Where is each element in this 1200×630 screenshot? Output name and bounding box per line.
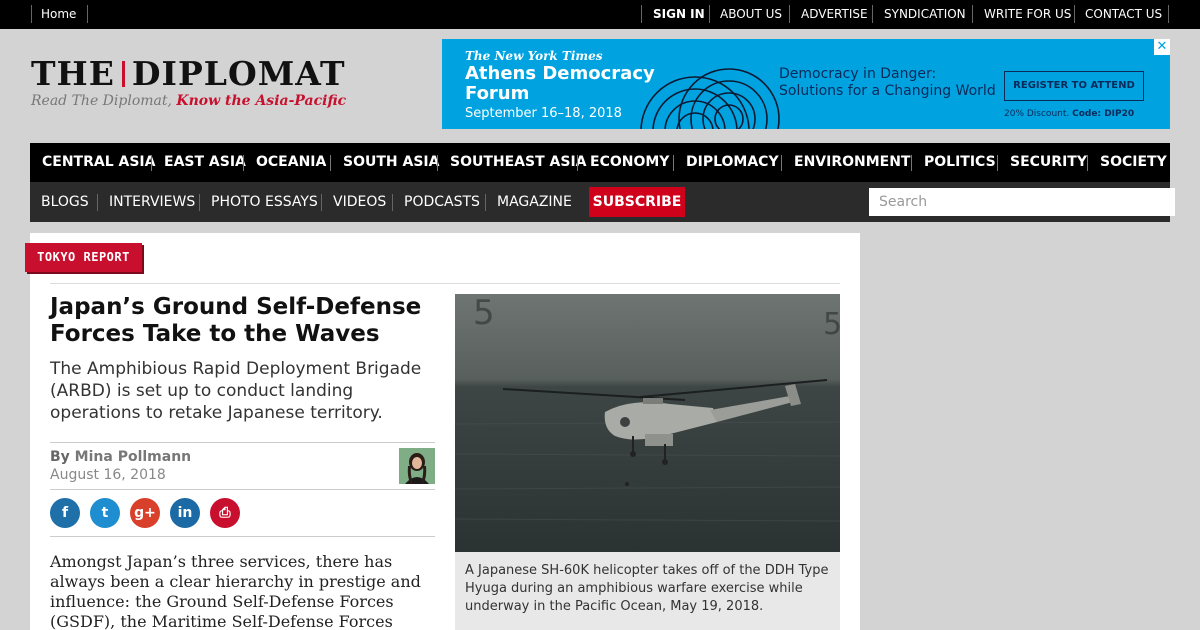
contact-us-link[interactable]: CONTACT US <box>1085 7 1162 21</box>
article-headline[interactable]: Japan’s Ground Self-Defense Forces Take … <box>50 294 440 348</box>
google-plus-icon[interactable]: g+ <box>130 498 160 528</box>
section-kicker[interactable]: TOKYO REPORT <box>25 243 142 272</box>
author-avatar[interactable] <box>399 448 435 484</box>
divider <box>485 194 486 211</box>
write-for-us-link[interactable]: WRITE FOR US <box>984 7 1071 21</box>
ad-discount: 20% Discount. Code: DIP20 <box>1004 109 1134 119</box>
advertise-link[interactable]: ADVERTISE <box>801 7 868 21</box>
divider <box>50 283 840 284</box>
byline: By Mina Pollmann <box>50 449 191 465</box>
nav-interviews[interactable]: INTERVIEWS <box>109 194 195 210</box>
svg-text:5: 5 <box>473 294 495 333</box>
ad-rings-graphic <box>640 68 780 129</box>
nav-society[interactable]: SOCIETY <box>1100 154 1167 170</box>
ad-brand: The New York Times <box>465 49 603 63</box>
nav-magazine[interactable]: MAGAZINE <box>497 194 572 210</box>
divider <box>911 155 912 171</box>
ad-tagline-line2: Solutions for a Changing World <box>779 83 996 99</box>
divider <box>50 536 435 537</box>
logo-word-diplomat: DIPLOMAT <box>131 54 346 93</box>
divider <box>709 5 710 23</box>
article-date: August 16, 2018 <box>50 467 166 483</box>
print-icon[interactable]: ⎙ <box>210 498 240 528</box>
divider <box>243 155 244 171</box>
nav-central-asia[interactable]: CENTRAL ASIA <box>42 154 155 170</box>
divider <box>321 194 322 211</box>
divider <box>97 194 98 211</box>
divider <box>1087 155 1088 171</box>
syndication-link[interactable]: SYNDICATION <box>884 7 966 21</box>
divider <box>50 489 435 490</box>
sign-in-link[interactable]: SIGN IN <box>653 7 705 21</box>
nav-oceania[interactable]: OCEANIA <box>256 154 326 170</box>
search-input[interactable] <box>869 188 1175 216</box>
nav-southeast-asia[interactable]: SOUTHEAST ASIA <box>450 154 587 170</box>
byline-prefix: By <box>50 449 75 465</box>
helicopter-photo: 5 5 <box>455 294 840 552</box>
divider <box>31 5 32 23</box>
site-logo[interactable]: THE DIPLOMAT Read The Diplomat, Know the … <box>31 57 346 110</box>
tagline-plain: Read The Diplomat, <box>31 93 177 109</box>
article-body: Amongst Japan’s three services, there ha… <box>50 552 421 630</box>
logo-divider <box>121 61 125 87</box>
tagline-bold: Know the Asia-Pacific <box>176 93 347 109</box>
about-us-link[interactable]: ABOUT US <box>720 7 782 21</box>
divider <box>577 155 578 171</box>
divider <box>437 155 438 171</box>
nav-videos[interactable]: VIDEOS <box>333 194 386 210</box>
divider <box>330 155 331 171</box>
logo-tagline: Read The Diplomat, Know the Asia-Pacific <box>31 93 346 109</box>
divider <box>199 194 200 211</box>
divider <box>872 5 873 23</box>
divider <box>392 194 393 211</box>
nav-photo-essays[interactable]: PHOTO ESSAYS <box>211 194 318 210</box>
divider <box>1168 5 1169 23</box>
divider <box>673 155 674 171</box>
ad-banner[interactable]: The New York Times Athens Democracy Foru… <box>442 39 1170 129</box>
nav-politics[interactable]: POLITICS <box>924 154 996 170</box>
facebook-icon[interactable]: f <box>50 498 80 528</box>
nav-east-asia[interactable]: EAST ASIA <box>164 154 246 170</box>
nav-environment[interactable]: ENVIRONMENT <box>794 154 910 170</box>
divider <box>87 5 88 23</box>
ad-tagline-line1: Democracy in Danger: <box>779 66 937 82</box>
ad-close-icon[interactable]: ✕ <box>1154 39 1170 55</box>
photo-caption: A Japanese SH-60K helicopter takes off o… <box>455 552 840 630</box>
divider <box>641 5 642 23</box>
nav-blogs[interactable]: BLOGS <box>41 194 89 210</box>
linkedin-icon[interactable]: in <box>170 498 200 528</box>
ad-tagline: Democracy in Danger: Solutions for a Cha… <box>779 66 996 100</box>
ad-code: Code: DIP20 <box>1072 109 1135 119</box>
divider <box>151 155 152 171</box>
subscribe-button[interactable]: SUBSCRIBE <box>589 187 685 217</box>
top-bar: Home SIGN IN ABOUT US ADVERTISE SYNDICAT… <box>0 0 1200 29</box>
register-button[interactable]: REGISTER TO ATTEND <box>1004 71 1144 101</box>
ad-dates: September 16–18, 2018 <box>465 106 622 121</box>
nav-diplomacy[interactable]: DIPLOMACY <box>686 154 779 170</box>
divider <box>789 5 790 23</box>
divider <box>997 155 998 171</box>
primary-nav: CENTRAL ASIA EAST ASIA OCEANIA SOUTH ASI… <box>30 143 1170 182</box>
nav-economy[interactable]: ECONOMY <box>590 154 669 170</box>
home-link[interactable]: Home <box>41 7 76 21</box>
logo-word-the: THE <box>31 54 115 93</box>
nav-podcasts[interactable]: PODCASTS <box>404 194 480 210</box>
logo-wordmark: THE DIPLOMAT <box>31 57 346 91</box>
author-link[interactable]: Mina Pollmann <box>75 449 191 465</box>
secondary-nav: BLOGS INTERVIEWS PHOTO ESSAYS VIDEOS POD… <box>30 182 1175 222</box>
article-dek: The Amphibious Rapid Deployment Brigade … <box>50 359 422 423</box>
svg-text:5: 5 <box>823 307 840 342</box>
divider <box>972 5 973 23</box>
ad-discount-label: 20% Discount. <box>1004 109 1070 119</box>
nav-security[interactable]: SECURITY <box>1010 154 1087 170</box>
divider <box>781 155 782 171</box>
article-photo[interactable]: 5 5 <box>455 294 840 552</box>
twitter-icon[interactable]: t <box>90 498 120 528</box>
divider <box>50 442 435 443</box>
author-avatar-graphic <box>399 448 435 484</box>
nav-south-asia[interactable]: SOUTH ASIA <box>343 154 439 170</box>
divider <box>1074 5 1075 23</box>
